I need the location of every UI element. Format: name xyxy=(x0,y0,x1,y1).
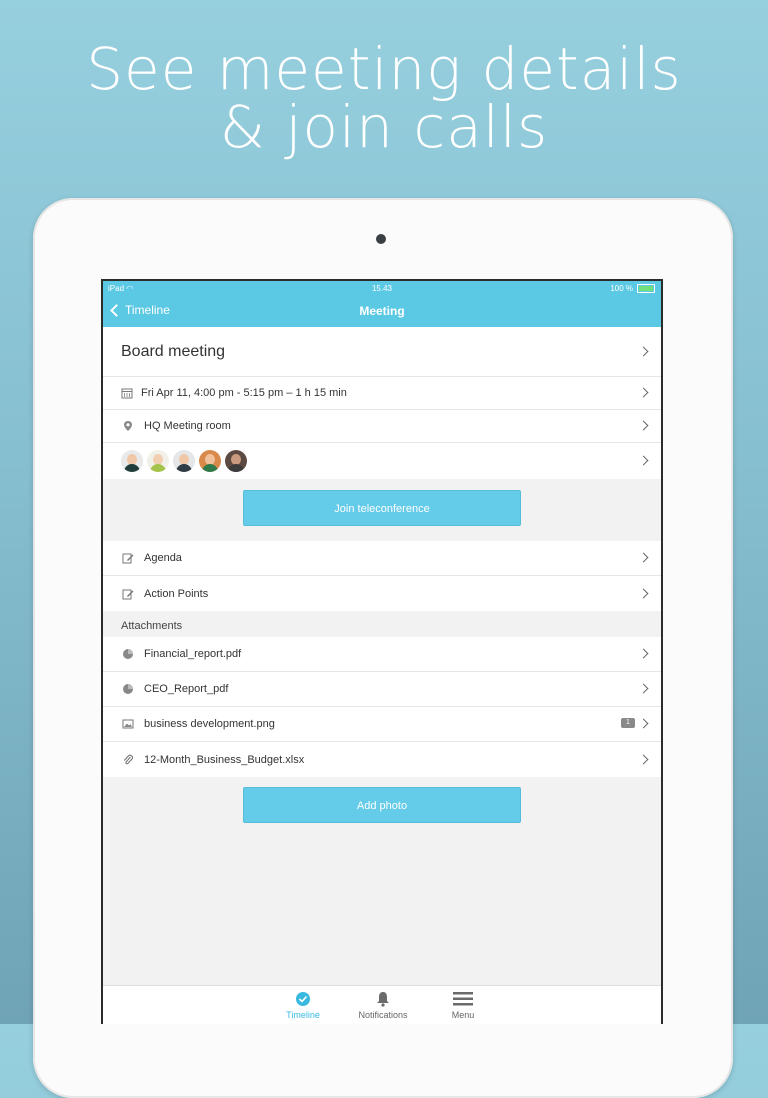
avatar xyxy=(199,450,221,472)
avatar xyxy=(121,450,143,472)
navigation-bar: Timeline Meeting xyxy=(103,298,661,327)
chevron-right-icon xyxy=(638,455,649,466)
chevron-right-icon xyxy=(638,683,649,694)
chevron-right-icon xyxy=(638,588,649,598)
chevron-right-icon xyxy=(638,648,649,659)
location-pin-icon xyxy=(124,421,132,431)
action-points-label: Action Points xyxy=(144,587,209,600)
avatar xyxy=(225,450,247,472)
meeting-title: Board meeting xyxy=(121,342,226,360)
timeline-check-icon xyxy=(296,992,310,1006)
chevron-right-icon xyxy=(638,718,649,729)
promo-headline: See meeting details & join calls xyxy=(0,40,768,156)
paperclip-icon xyxy=(123,754,133,764)
meeting-title-row[interactable]: Board meeting xyxy=(103,327,661,377)
comment-count-badge: 1 xyxy=(621,718,635,728)
promo-line-2: & join calls xyxy=(219,93,549,161)
tab-timeline[interactable]: Timeline xyxy=(263,990,343,1020)
camera-icon xyxy=(376,234,386,244)
image-icon xyxy=(122,719,134,729)
meeting-datetime: Fri Apr 11, 4:00 pm - 5:15 pm – 1 h 15 m… xyxy=(141,387,347,399)
nav-title: Meeting xyxy=(359,304,405,318)
participant-avatars xyxy=(121,450,247,472)
meeting-datetime-row[interactable]: Fri Apr 11, 4:00 pm - 5:15 pm – 1 h 15 m… xyxy=(103,377,661,410)
attachment-row[interactable]: 12-Month_Business_Budget.xlsx xyxy=(103,742,661,777)
participants-row[interactable] xyxy=(103,443,661,479)
battery-status: 100 % xyxy=(610,284,655,293)
join-teleconference-button[interactable]: Join teleconference xyxy=(243,490,521,526)
tab-notifications[interactable]: Notifications xyxy=(343,990,423,1020)
avatar xyxy=(173,450,195,472)
app-screen: iPad ◠ 15.43 100 % Timeline Meeting Boar… xyxy=(101,279,663,1024)
meeting-location-row[interactable]: HQ Meeting room xyxy=(103,410,661,443)
attachment-row[interactable]: Financial_report.pdf xyxy=(103,637,661,672)
attachment-name: Financial_report.pdf xyxy=(144,648,242,660)
add-photo-button[interactable]: Add photo xyxy=(243,787,521,823)
status-bar: iPad ◠ 15.43 100 % xyxy=(103,281,661,298)
chevron-right-icon xyxy=(638,420,649,431)
tab-label: Menu xyxy=(451,1010,475,1020)
tab-menu[interactable]: Menu xyxy=(423,990,503,1020)
attachments-header: Attachments xyxy=(121,620,183,632)
pie-chart-icon xyxy=(123,684,133,694)
tab-label: Timeline xyxy=(286,1010,320,1020)
chevron-right-icon xyxy=(638,346,649,356)
edit-icon xyxy=(122,553,134,564)
agenda-label: Agenda xyxy=(144,552,182,564)
bell-icon xyxy=(377,992,389,1007)
chevron-right-icon xyxy=(638,552,649,563)
attachment-name: 12-Month_Business_Budget.xlsx xyxy=(144,753,305,766)
battery-label: 100 % xyxy=(610,284,633,293)
meeting-location: HQ Meeting room xyxy=(144,420,231,432)
pie-chart-icon xyxy=(123,649,133,659)
agenda-row[interactable]: Agenda xyxy=(103,541,661,576)
action-points-row[interactable]: Action Points xyxy=(103,576,661,611)
attachment-row[interactable]: business development.png 1 xyxy=(103,707,661,742)
tab-label: Notifications xyxy=(358,1010,408,1020)
chevron-right-icon xyxy=(638,754,649,764)
hamburger-icon xyxy=(453,992,473,1006)
avatar xyxy=(147,450,169,472)
tab-bar: Timeline Notifications Menu xyxy=(103,985,661,1024)
edit-icon xyxy=(122,589,134,599)
battery-icon xyxy=(637,284,655,293)
attachment-name: CEO_Report_pdf xyxy=(144,683,229,695)
calendar-icon xyxy=(121,388,133,399)
chevron-right-icon xyxy=(638,387,649,398)
attachment-name: business development.png xyxy=(144,718,275,730)
promo-line-1: See meeting details xyxy=(86,35,682,103)
status-time: 15.43 xyxy=(371,284,393,293)
attachment-row[interactable]: CEO_Report_pdf xyxy=(103,672,661,707)
